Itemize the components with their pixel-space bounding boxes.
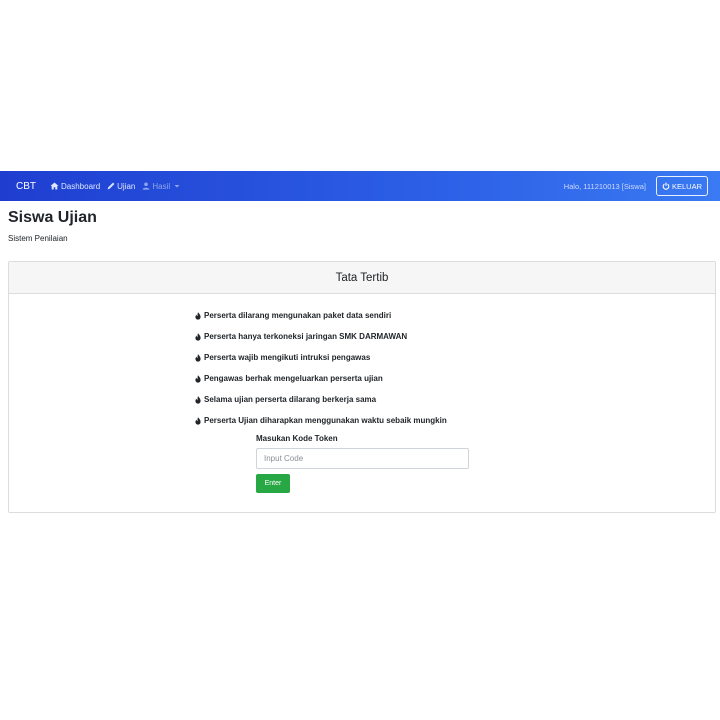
pencil-icon (107, 182, 115, 190)
brand-link[interactable]: CBT (16, 181, 36, 192)
fire-icon (195, 311, 201, 320)
rules-card: Tata Tertib Perserta dilarang mengunakan… (8, 261, 716, 513)
token-input[interactable] (256, 448, 469, 469)
power-icon (662, 182, 670, 190)
nav-hasil-dropdown[interactable]: Hasil (142, 182, 183, 191)
user-greeting: Halo, 111210013 [Siswa] (563, 181, 646, 191)
logout-label: KELUAR (671, 181, 702, 191)
rule-text: Pengawas berhak mengeluarkan perserta uj… (204, 374, 383, 383)
nav-ujian[interactable]: Ujian (107, 182, 135, 191)
rule-text: Perserta Ujian diharapkan menggunakan wa… (204, 416, 447, 425)
rule-item: Perserta dilarang mengunakan paket data … (195, 305, 447, 326)
nav-hasil-label: Hasil (152, 181, 171, 191)
rule-text: Perserta wajib mengikuti intruksi pengaw… (204, 353, 371, 362)
enter-button[interactable]: Enter (256, 474, 290, 493)
fire-icon (195, 332, 201, 341)
top-navbar: CBT Dashboard Ujian Hasil Halo, 11121001… (0, 171, 720, 201)
fire-icon (195, 395, 201, 404)
logout-button[interactable]: KELUAR (655, 176, 708, 196)
rule-item: Perserta Ujian diharapkan menggunakan wa… (195, 410, 447, 431)
nav-ujian-label: Ujian (117, 181, 136, 191)
fire-icon (195, 353, 201, 362)
token-label: Masukan Kode Token (256, 434, 338, 443)
rule-text: Perserta hanya terkoneksi jaringan SMK D… (204, 332, 408, 341)
rule-item: Pengawas berhak mengeluarkan perserta uj… (195, 368, 447, 389)
user-icon (142, 182, 150, 190)
nav-dashboard-label: Dashboard (61, 181, 101, 191)
rule-text: Perserta dilarang mengunakan paket data … (204, 311, 392, 320)
page-title: Siswa Ujian (8, 209, 97, 226)
home-icon (50, 182, 59, 190)
nav-dashboard[interactable]: Dashboard (50, 182, 100, 191)
caret-down-icon (174, 185, 180, 188)
fire-icon (195, 416, 201, 425)
page-subtitle: Sistem Penilaian (8, 234, 68, 243)
rule-text: Selama ujian perserta dilarang berkerja … (204, 395, 377, 404)
rules-list: Perserta dilarang mengunakan paket data … (195, 305, 447, 431)
rule-item: Perserta hanya terkoneksi jaringan SMK D… (195, 326, 447, 347)
rule-item: Perserta wajib mengikuti intruksi pengaw… (195, 347, 447, 368)
card-header: Tata Tertib (9, 262, 715, 294)
rule-item: Selama ujian perserta dilarang berkerja … (195, 389, 447, 410)
fire-icon (195, 374, 201, 383)
